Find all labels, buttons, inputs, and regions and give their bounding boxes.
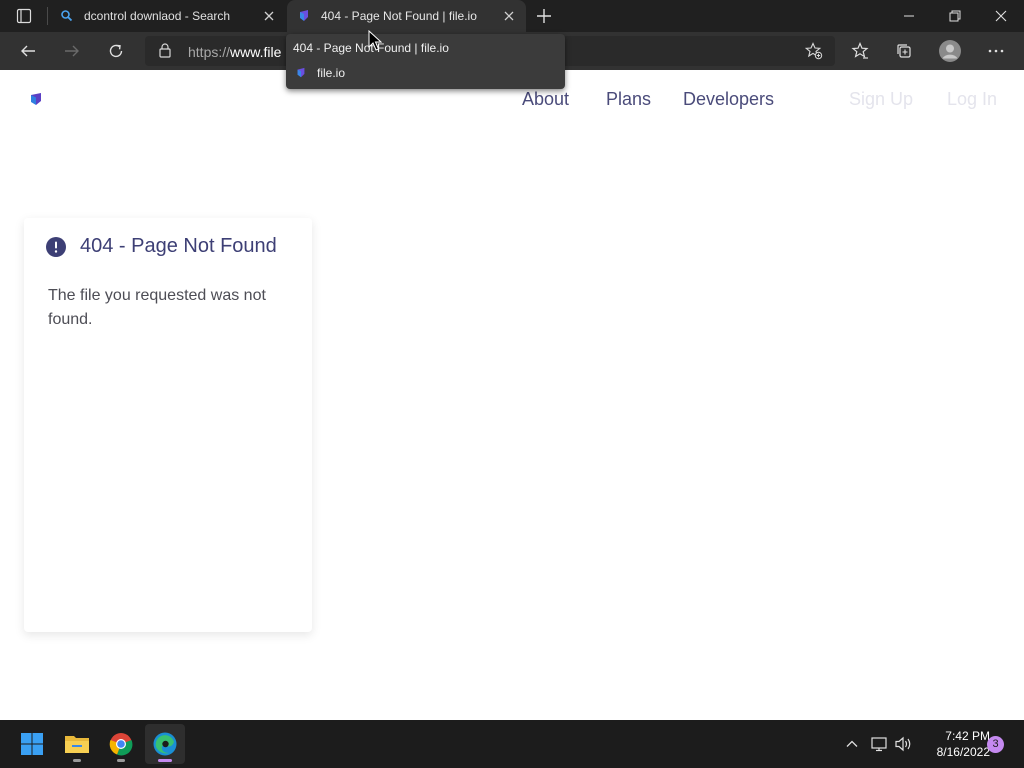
nav-developers-link[interactable]: Developers bbox=[683, 89, 774, 110]
back-icon[interactable] bbox=[14, 38, 42, 64]
collections-icon[interactable] bbox=[890, 38, 918, 64]
chevron-up-icon[interactable] bbox=[842, 734, 862, 754]
close-window-icon[interactable] bbox=[978, 0, 1024, 32]
new-tab-icon[interactable] bbox=[534, 6, 554, 26]
error-title: 404 - Page Not Found bbox=[80, 235, 277, 257]
minimize-icon[interactable] bbox=[886, 0, 932, 32]
edge-icon bbox=[153, 732, 177, 756]
tab-title: dcontrol downlaod - Search bbox=[84, 9, 231, 23]
tab-strip: dcontrol downlaod - Search 404 - Page No… bbox=[0, 0, 1024, 32]
nav-signup-link[interactable]: Sign Up bbox=[849, 89, 913, 110]
running-indicator bbox=[158, 759, 172, 762]
clock-date: 8/16/2022 bbox=[936, 745, 990, 759]
tab-title: 404 - Page Not Found | file.io bbox=[321, 9, 477, 23]
web-page: About Plans Developers Sign Up Log In 40… bbox=[0, 70, 1024, 720]
chrome-icon bbox=[109, 733, 133, 756]
nav-login-link[interactable]: Log In bbox=[947, 89, 997, 110]
taskbar: 7:42 PM 8/16/2022 3 bbox=[0, 720, 1024, 768]
tab-actions-icon[interactable] bbox=[8, 6, 40, 26]
running-indicator bbox=[73, 759, 81, 762]
fileio-favicon-icon bbox=[297, 9, 311, 23]
start-button[interactable] bbox=[12, 724, 52, 764]
tab-separator bbox=[47, 7, 48, 25]
more-options-icon[interactable] bbox=[982, 38, 1010, 64]
running-indicator bbox=[117, 759, 125, 762]
fileio-favicon-icon bbox=[295, 66, 307, 78]
exclamation-icon bbox=[46, 237, 66, 257]
chrome-button[interactable] bbox=[101, 724, 141, 764]
restore-icon[interactable] bbox=[932, 0, 978, 32]
mouse-cursor-icon bbox=[368, 29, 383, 52]
nav-about-link[interactable]: About bbox=[522, 89, 569, 110]
favorites-icon[interactable] bbox=[846, 38, 874, 64]
volume-icon[interactable] bbox=[894, 734, 914, 754]
url-prefix: https:// bbox=[188, 44, 231, 60]
add-favorite-icon[interactable] bbox=[804, 42, 823, 65]
close-tab-icon[interactable] bbox=[502, 9, 516, 23]
search-icon bbox=[60, 9, 74, 23]
system-clock[interactable]: 7:42 PM 8/16/2022 bbox=[916, 728, 990, 760]
windows-logo-icon bbox=[21, 733, 43, 755]
edge-button[interactable] bbox=[145, 724, 185, 764]
url-text: https://www.file bbox=[188, 44, 281, 60]
error-card: 404 - Page Not Found The file you reques… bbox=[24, 218, 312, 632]
url-host: www.file bbox=[230, 44, 282, 60]
profile-avatar-icon[interactable] bbox=[936, 38, 964, 64]
error-message: The file you requested was not found. bbox=[48, 287, 266, 328]
clock-time: 7:42 PM bbox=[945, 729, 990, 743]
nav-plans-link[interactable]: Plans bbox=[606, 89, 651, 110]
network-icon[interactable] bbox=[870, 734, 890, 754]
forward-icon[interactable] bbox=[58, 38, 86, 64]
tooltip-site: file.io bbox=[317, 66, 346, 80]
lock-icon[interactable] bbox=[159, 43, 171, 63]
file-explorer-button[interactable] bbox=[57, 724, 97, 764]
tab-hover-tooltip: 404 - Page Not Found | file.io file.io bbox=[286, 34, 565, 89]
notification-badge[interactable]: 3 bbox=[987, 736, 1004, 753]
tab-search[interactable]: dcontrol downlaod - Search bbox=[50, 0, 286, 32]
folder-icon bbox=[65, 736, 89, 753]
close-tab-icon[interactable] bbox=[262, 9, 276, 23]
refresh-icon[interactable] bbox=[102, 38, 130, 64]
tab-fileio[interactable]: 404 - Page Not Found | file.io bbox=[287, 0, 526, 32]
fileio-logo-icon[interactable] bbox=[29, 92, 43, 108]
